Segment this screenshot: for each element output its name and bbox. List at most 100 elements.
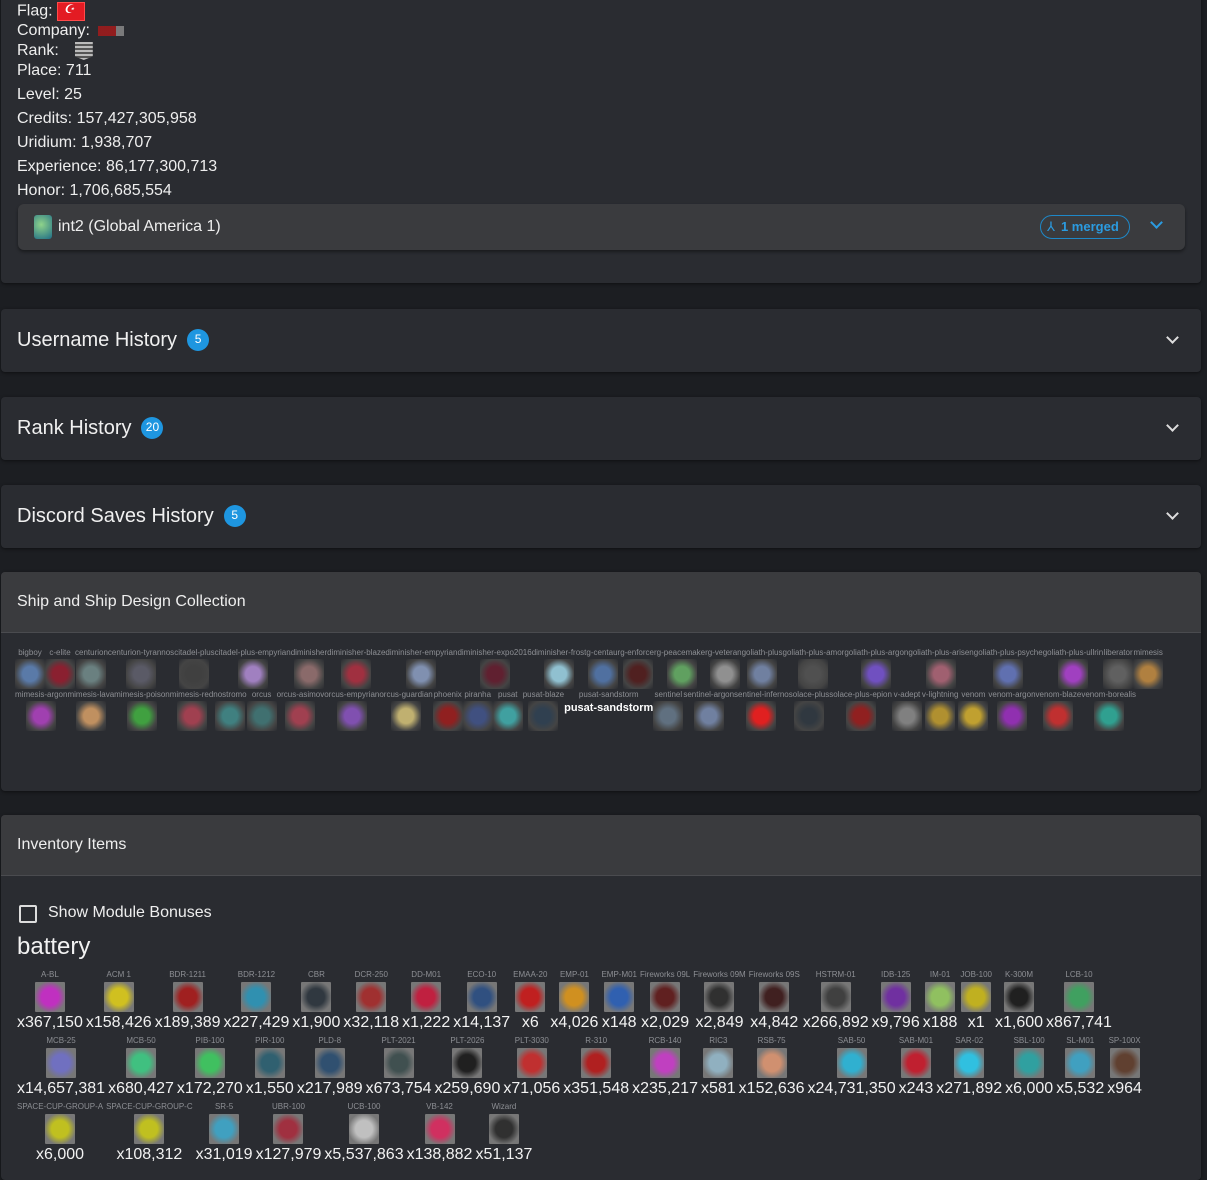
ship-item[interactable]: diminisher-frost xyxy=(532,648,586,690)
inventory-item[interactable]: UBR-100 x127,979 xyxy=(256,1102,325,1168)
inventory-item[interactable]: Fireworks 09L x2,029 xyxy=(640,970,693,1036)
inventory-item[interactable]: SAB-50 x24,731,350 xyxy=(808,1036,899,1102)
inventory-item[interactable]: DCR-250 x32,118 xyxy=(343,970,402,1036)
ship-item[interactable]: orcus xyxy=(246,690,277,732)
ship-item[interactable]: goliath-plus-arisen xyxy=(908,648,974,690)
chevron-down-icon[interactable] xyxy=(1166,507,1179,520)
server-row[interactable]: int2 (Global America 1) ⅄ 1 merged xyxy=(18,204,1185,250)
inventory-item[interactable]: ACM 1 x158,426 xyxy=(86,970,155,1036)
ship-item[interactable]: g-peacemaker xyxy=(657,648,708,690)
ship-item[interactable]: v-adept xyxy=(891,690,922,732)
ship-item[interactable]: phoenix xyxy=(432,690,463,732)
inventory-item[interactable]: PLT-2021 x673,754 xyxy=(366,1036,435,1102)
inventory-item[interactable]: UCB-100 x5,537,863 xyxy=(324,1102,406,1168)
ship-item[interactable]: diminisher-expo2016 xyxy=(457,648,532,690)
ship-item[interactable]: orcus-guardian xyxy=(379,690,433,732)
accordion-username-history[interactable]: Username History 5 xyxy=(1,309,1201,372)
inventory-item[interactable]: IM-01 x188 xyxy=(923,970,961,1036)
ship-item[interactable]: diminisher xyxy=(291,648,327,690)
ship-item[interactable]: venom xyxy=(958,690,989,732)
ship-item[interactable]: piranha xyxy=(462,690,493,732)
accordion-rank-history[interactable]: Rank History 20 xyxy=(1,397,1201,460)
ship-item[interactable]: nostromo xyxy=(213,690,247,732)
ship-item[interactable]: bigboy xyxy=(15,648,45,690)
ship-item[interactable]: solace-plus-epion xyxy=(829,690,892,732)
ship-item[interactable]: sentinel xyxy=(653,690,684,732)
ship-item[interactable]: venom-blaze xyxy=(1036,690,1081,732)
inventory-item[interactable]: SAB-M01 x243 xyxy=(899,1036,937,1102)
ship-item[interactable]: pusat-sandstorm pusat-sandstorm xyxy=(564,690,653,732)
ship-item[interactable]: goliath-plus-amor xyxy=(783,648,844,690)
chevron-down-icon[interactable] xyxy=(1150,216,1163,229)
inventory-item[interactable]: DD-M01 x1,222 xyxy=(402,970,453,1036)
inventory-item[interactable]: EMP-01 x4,026 xyxy=(550,970,601,1036)
inventory-item[interactable]: MCB-50 x680,427 xyxy=(108,1036,177,1102)
ship-item[interactable]: pusat-blaze xyxy=(523,690,564,732)
inventory-item[interactable]: PLT-2026 x259,690 xyxy=(435,1036,504,1102)
inventory-item[interactable]: RSB-75 x152,636 xyxy=(739,1036,808,1102)
inventory-item[interactable]: PLD-8 x217,989 xyxy=(297,1036,366,1102)
inventory-item[interactable]: ECO-10 x14,137 xyxy=(453,970,513,1036)
ship-item[interactable]: goliath-plus-ullrin xyxy=(1043,648,1103,690)
ship-item[interactable]: pusat xyxy=(492,690,523,732)
ship-item[interactable]: v-lightning xyxy=(922,690,958,732)
ship-item[interactable]: liberator xyxy=(1103,648,1134,690)
ship-item[interactable]: citadel-plus xyxy=(174,648,215,690)
ship-item[interactable]: venom-argon xyxy=(988,690,1036,732)
show-module-bonuses-checkbox[interactable] xyxy=(19,905,37,923)
ship-item[interactable]: diminisher-empyrian xyxy=(385,648,457,690)
inventory-item[interactable]: BDR-1212 x227,429 xyxy=(224,970,293,1036)
ship-item[interactable]: mimesis-poison xyxy=(114,690,170,732)
inventory-item[interactable]: SPACE-CUP-GROUP-C x108,312 xyxy=(106,1102,196,1168)
inventory-item[interactable]: SAR-02 x271,892 xyxy=(936,1036,1005,1102)
inventory-item[interactable]: EMP-M01 x148 xyxy=(601,970,640,1036)
ship-item[interactable]: mimesis-lava xyxy=(67,690,114,732)
chevron-down-icon[interactable] xyxy=(1166,331,1179,344)
inventory-item[interactable]: Wizard x51,137 xyxy=(475,1102,535,1168)
inventory-item[interactable]: SPACE-CUP-GROUP-A x6,000 xyxy=(17,1102,106,1168)
inventory-item[interactable]: SL-M01 x5,532 xyxy=(1056,1036,1107,1102)
inventory-item[interactable]: Fireworks 09S x4,842 xyxy=(749,970,803,1036)
inventory-item[interactable]: K-300M x1,600 xyxy=(995,970,1046,1036)
inventory-item[interactable]: Fireworks 09M x2,849 xyxy=(693,970,748,1036)
inventory-item[interactable]: RCB-140 x235,217 xyxy=(632,1036,701,1102)
ship-item[interactable]: citadel-plus-empyrian xyxy=(215,648,291,690)
inventory-item[interactable]: SP-100X x964 xyxy=(1107,1036,1145,1102)
ship-item[interactable]: c-elite xyxy=(45,648,75,690)
inventory-item[interactable]: A-BL x367,150 xyxy=(17,970,86,1036)
inventory-item[interactable]: BDR-1211 x189,389 xyxy=(155,970,224,1036)
inventory-item[interactable]: PLT-3030 x71,056 xyxy=(503,1036,563,1102)
inventory-item[interactable]: PIB-100 x172,270 xyxy=(177,1036,246,1102)
merged-badge[interactable]: ⅄ 1 merged xyxy=(1040,215,1130,239)
chevron-down-icon[interactable] xyxy=(1166,419,1179,432)
inventory-item[interactable]: HSTRM-01 x266,892 xyxy=(803,970,872,1036)
ship-item[interactable]: sentinel-inferno xyxy=(734,690,789,732)
inventory-item[interactable]: LCB-10 x867,741 xyxy=(1046,970,1115,1036)
inventory-item[interactable]: IDB-125 x9,796 xyxy=(872,970,923,1036)
ship-item[interactable]: sentinel-argon xyxy=(683,690,734,732)
ship-item[interactable]: goliath-plus xyxy=(742,648,783,690)
inventory-item[interactable]: JOB-100 x1 xyxy=(960,970,995,1036)
ship-item[interactable]: mimesis-argon xyxy=(15,690,67,732)
inventory-item[interactable]: PIR-100 x1,550 xyxy=(246,1036,297,1102)
ship-item[interactable]: centurion-tyrannos xyxy=(108,648,174,690)
ship-item[interactable]: g-veteran xyxy=(708,648,742,690)
inventory-item[interactable]: VB-142 x138,882 xyxy=(407,1102,476,1168)
inventory-item[interactable]: SR-5 x31,019 xyxy=(196,1102,256,1168)
ship-item[interactable]: venom-borealis xyxy=(1081,690,1136,732)
ship-item[interactable]: goliath-plus-argon xyxy=(844,648,908,690)
ship-item[interactable]: g-enforcer xyxy=(620,648,657,690)
ship-item[interactable]: solace-plus xyxy=(789,690,829,732)
inventory-item[interactable]: SBL-100 x6,000 xyxy=(1005,1036,1056,1102)
ship-item[interactable]: mimesis-red xyxy=(170,690,213,732)
ship-item[interactable]: orcus-empyrian xyxy=(324,690,379,732)
ship-item[interactable]: g-centaur xyxy=(586,648,620,690)
ship-item[interactable]: diminisher-blaze xyxy=(327,648,385,690)
inventory-item[interactable]: CBR x1,900 xyxy=(292,970,343,1036)
inventory-item[interactable]: R-310 x351,548 xyxy=(563,1036,632,1102)
inventory-item[interactable]: RIC3 x581 xyxy=(701,1036,739,1102)
inventory-item[interactable]: MCB-25 x14,657,381 xyxy=(17,1036,108,1102)
inventory-item[interactable]: EMAA-20 x6 xyxy=(513,970,550,1036)
ship-item[interactable]: goliath-plus-psyche xyxy=(974,648,1043,690)
ship-item[interactable]: mimesis xyxy=(1133,648,1164,690)
